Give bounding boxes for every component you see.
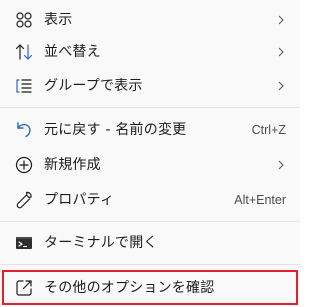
menu-item-sort[interactable]: 並べ替え [0,35,300,69]
menu-item-new[interactable]: 新規作成 [0,148,300,182]
menu-item-properties[interactable]: プロパティ Alt+Enter [0,183,300,217]
menu-item-label: 新規作成 [44,157,101,173]
context-menu: 表示 並べ替え グループで表示 元に戻す - 名前の変更 Ctrl+Z 新規作成… [0,0,300,307]
menu-item-label: 並べ替え [44,44,101,60]
sort-icon [14,42,34,62]
menu-item-view[interactable]: 表示 [0,3,300,37]
wrench-icon [14,190,34,210]
highlight-box [2,270,298,305]
chevron-right-icon [275,46,287,58]
grid-view-icon [14,10,34,30]
group-list-icon [14,76,34,96]
chevron-right-icon [275,80,287,92]
menu-item-shortcut: Alt+Enter [234,193,286,207]
menu-item-label: グループで表示 [44,78,143,94]
menu-item-undo-rename[interactable]: 元に戻す - 名前の変更 Ctrl+Z [0,113,300,147]
menu-item-group-by[interactable]: グループで表示 [0,69,300,103]
menu-divider [0,264,300,265]
menu-item-label: ターミナルで開く [44,235,158,251]
chevron-right-icon [275,14,287,26]
menu-item-shortcut: Ctrl+Z [251,123,286,137]
menu-divider [0,107,300,108]
menu-divider [0,221,300,222]
chevron-right-icon [275,159,287,171]
undo-icon [14,120,34,140]
menu-item-label: 元に戻す - 名前の変更 [44,122,187,138]
menu-item-open-terminal[interactable]: ターミナルで開く [0,226,300,260]
menu-item-label: プロパティ [44,192,115,208]
menu-item-label: 表示 [44,12,73,28]
add-circle-icon [14,155,34,175]
terminal-icon [14,233,34,253]
